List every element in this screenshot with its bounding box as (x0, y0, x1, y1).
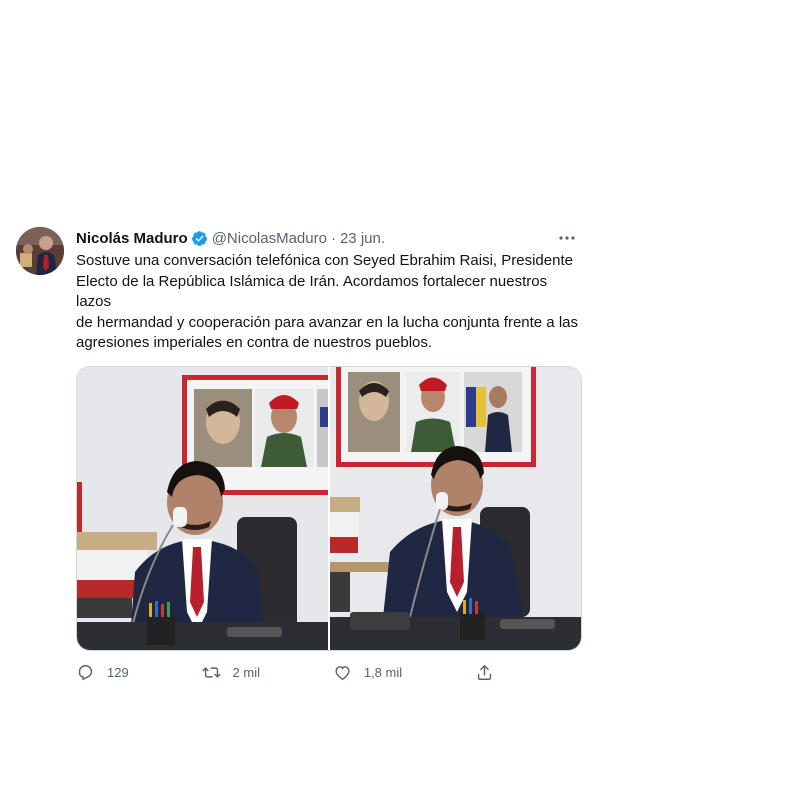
reply-icon (78, 665, 93, 681)
like-count: 1,8 mil (363, 665, 403, 680)
tweet-header: Nicolás Maduro @NicolasMaduro · 23 jun. (76, 227, 582, 249)
share-icon (477, 665, 492, 680)
retweet-count: 2 mil (232, 665, 260, 680)
reply-count: 129 (107, 665, 129, 680)
author-name[interactable]: Nicolás Maduro (76, 230, 188, 247)
retweet-button[interactable]: 2 mil (202, 663, 260, 683)
photo-1-image (77, 366, 328, 650)
tweet-media (76, 365, 582, 651)
tweet-photo-2[interactable] (330, 366, 581, 650)
tweet-date[interactable]: 23 jun. (340, 230, 385, 247)
tweet-text: Sostuve una conversación telefónica con … (76, 252, 578, 351)
header-separator: · (330, 229, 336, 247)
tweet-actions: 129 2 mil 1,8 mil (76, 663, 506, 683)
author-handle[interactable]: @NicolasMaduro (212, 230, 327, 247)
reply-button[interactable]: 129 (76, 663, 129, 683)
heart-icon (335, 666, 350, 681)
like-button[interactable]: 1,8 mil (333, 663, 402, 683)
verified-badge-icon (191, 230, 208, 247)
photo-2-image (330, 366, 581, 650)
retweet-icon (202, 667, 221, 678)
tweet-photo-1[interactable] (77, 366, 328, 650)
more-options-icon[interactable] (558, 230, 576, 246)
avatar-image (16, 227, 64, 275)
avatar[interactable] (16, 227, 64, 275)
share-button[interactable] (475, 663, 506, 683)
